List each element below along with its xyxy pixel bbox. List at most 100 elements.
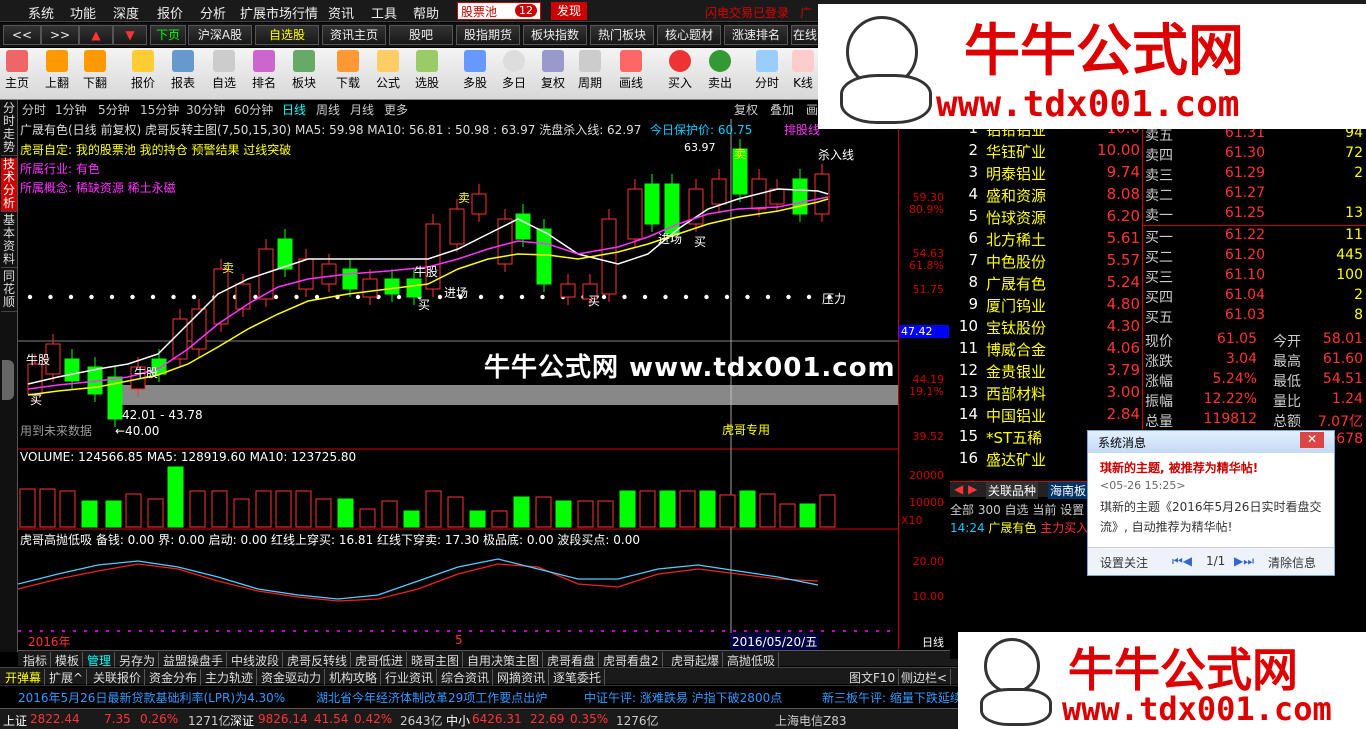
tb-rank[interactable]: 排名 bbox=[247, 50, 281, 91]
rank-row[interactable]: 7 中色股份 5.57 bbox=[950, 251, 1142, 273]
nav-hot-sector[interactable]: 热门板块 bbox=[590, 25, 654, 45]
period-more[interactable]: 更多 bbox=[384, 101, 408, 118]
period-intraday[interactable]: 分时 bbox=[22, 101, 46, 118]
rel-tab-left[interactable]: ◀ bbox=[954, 482, 963, 496]
tab-sidebar[interactable]: 侧边栏< bbox=[898, 669, 952, 686]
rank-row[interactable]: 10 宝钛股份 4.30 bbox=[950, 317, 1142, 339]
ad-banner-top[interactable]: 牛牛公式网 www.tdx001.com bbox=[818, 4, 1366, 129]
nav-down[interactable]: ▼ bbox=[113, 25, 147, 45]
tab-web-news[interactable]: 网摘资讯 bbox=[494, 669, 550, 686]
rel-tab-1[interactable]: 关联品种 bbox=[986, 482, 1039, 499]
tb-formula[interactable]: 公式 bbox=[371, 50, 405, 91]
tb-page-up[interactable]: 上翻 bbox=[40, 50, 74, 91]
period-60m[interactable]: 60分钟 bbox=[234, 101, 273, 118]
rel-filter[interactable]: 全部 300 自选 当前 设置 bbox=[950, 501, 1084, 518]
nav-sector-index[interactable]: 板块指数 bbox=[523, 25, 587, 45]
tab-industry-news[interactable]: 行业资讯 bbox=[382, 669, 438, 686]
tb-watch[interactable]: 自选 bbox=[207, 50, 241, 91]
tb-quote[interactable]: 报价 bbox=[126, 50, 160, 91]
restore-right-button[interactable]: 复权 bbox=[734, 101, 758, 118]
tab-danmu[interactable]: 开弹幕 bbox=[2, 669, 46, 686]
period-weekly[interactable]: 周线 bbox=[316, 101, 340, 118]
menu-system[interactable]: 系统 bbox=[28, 3, 54, 22]
stock-pool-button[interactable]: 股票池 12 bbox=[457, 2, 541, 20]
rel-tab-2[interactable]: 海南板 bbox=[1048, 482, 1089, 499]
nav-prev[interactable]: << bbox=[3, 25, 41, 45]
ask-row[interactable]: 卖三 61.29 2 bbox=[1143, 165, 1366, 185]
nav-guba[interactable]: 股吧 bbox=[389, 25, 453, 45]
rank-row[interactable]: 11 博威合金 4.06 bbox=[950, 339, 1142, 361]
sz-label[interactable]: 深证 bbox=[230, 712, 254, 729]
rank-row[interactable]: 6 北方稀土 5.61 bbox=[950, 229, 1142, 251]
nav-next[interactable]: >> bbox=[41, 25, 79, 45]
tb-draw[interactable]: 画线 bbox=[614, 50, 648, 91]
ticker-item-2[interactable]: 湖北省今年经济体制改革29项工作要点出炉 bbox=[316, 689, 547, 706]
ticker-item-3[interactable]: 中证午评: 涨难跌易 沪指下破2800点 bbox=[584, 689, 782, 706]
tb-sell[interactable]: 卖出 bbox=[703, 50, 737, 91]
popup-last-icon[interactable]: ▶⏭ bbox=[1234, 554, 1254, 569]
period-monthly[interactable]: 月线 bbox=[350, 101, 374, 118]
zx-label[interactable]: 中小 bbox=[446, 712, 470, 729]
nav-watchlist[interactable]: 自选股 bbox=[255, 25, 319, 45]
tb-sector[interactable]: 板块 bbox=[287, 50, 321, 91]
nav-core-theme[interactable]: 核心题材 bbox=[657, 25, 721, 45]
tab-technical[interactable]: 技术分析 bbox=[1, 158, 17, 212]
menu-help[interactable]: 帮助 bbox=[413, 3, 439, 22]
period-daily[interactable]: 日线 bbox=[282, 101, 306, 118]
tb-multi-stock[interactable]: 多股 bbox=[458, 50, 492, 91]
tb-kline[interactable]: K线 bbox=[786, 50, 820, 91]
popup-clear-button[interactable]: 清除信息 bbox=[1268, 554, 1316, 571]
tb-intraday[interactable]: 分时 bbox=[750, 50, 784, 91]
bid-row[interactable]: 买一 61.22 11 bbox=[1143, 227, 1366, 247]
kline-chart[interactable]: 广晟有色(日线 前复权) 虎哥反转主图(7,50,15,30) MA5: 59.… bbox=[18, 119, 898, 650]
tab-institution[interactable]: 机构攻略 bbox=[326, 669, 382, 686]
popup-close-button[interactable]: ✕ bbox=[1300, 432, 1324, 448]
nav-hs-a[interactable]: 沪深A股 bbox=[188, 25, 252, 45]
rank-row[interactable]: 8 广晟有色 5.24 bbox=[950, 273, 1142, 295]
popup-first-icon[interactable]: ⏮◀ bbox=[1172, 554, 1192, 569]
nav-next-page[interactable]: 下页 bbox=[150, 25, 186, 45]
menu-depth[interactable]: 深度 bbox=[113, 3, 139, 22]
tab-f10[interactable]: 图文F10 bbox=[846, 669, 900, 686]
period-5m[interactable]: 5分钟 bbox=[98, 101, 130, 118]
ask-row[interactable]: 卖四 61.30 72 bbox=[1143, 145, 1366, 165]
nav-news-home[interactable]: 资讯主页 bbox=[322, 25, 386, 45]
ad-banner-bottom[interactable]: 牛牛公式网 www.tdx001.com bbox=[958, 632, 1366, 729]
rank-row[interactable]: 4 盛和资源 8.08 bbox=[950, 185, 1142, 207]
custom-info[interactable]: 虎哥自定: 我的股票池 我的持仓 预警结果 过线突破 bbox=[20, 141, 291, 158]
ticker-item-4[interactable]: 新三板午评: 缩量下跌延续 bbox=[822, 689, 962, 706]
tb-page-down[interactable]: 下翻 bbox=[78, 50, 112, 91]
period-15m[interactable]: 15分钟 bbox=[140, 101, 179, 118]
tab-fund-dist[interactable]: 资金分布 bbox=[146, 669, 202, 686]
tab-general-news[interactable]: 综合资讯 bbox=[438, 669, 494, 686]
menu-quote[interactable]: 报价 bbox=[157, 3, 183, 22]
rel-row[interactable]: 14:24 广晟有色 主力买入 bbox=[950, 519, 1088, 536]
tab-fund-drive[interactable]: 资金驱动力 bbox=[258, 669, 326, 686]
rank-row[interactable]: 9 厦门钨业 4.80 bbox=[950, 295, 1142, 317]
rank-row[interactable]: 2 华钰矿业 10.00 bbox=[950, 141, 1142, 163]
tb-buy[interactable]: 买入 bbox=[663, 50, 697, 91]
menu-analysis[interactable]: 分析 bbox=[200, 3, 226, 22]
tab-related-quote[interactable]: 关联报价 bbox=[90, 669, 146, 686]
tb-report[interactable]: 报表 bbox=[166, 50, 200, 91]
rank-row[interactable]: 12 金贵银业 3.79 bbox=[950, 361, 1142, 383]
period-30m[interactable]: 30分钟 bbox=[186, 101, 225, 118]
tb-select[interactable]: 选股 bbox=[410, 50, 444, 91]
period-1m[interactable]: 1分钟 bbox=[55, 101, 87, 118]
tab-ths[interactable]: 同花顺 bbox=[1, 270, 17, 312]
overlay-button[interactable]: 叠加 bbox=[770, 101, 794, 118]
bid-row[interactable]: 买三 61.10 100 bbox=[1143, 267, 1366, 287]
tb-period[interactable]: 周期 bbox=[573, 50, 607, 91]
tab-intraday[interactable]: 分时走势 bbox=[1, 102, 17, 156]
tab-fundamentals[interactable]: 基本资料 bbox=[1, 214, 17, 268]
bid-row[interactable]: 买四 61.04 2 bbox=[1143, 287, 1366, 307]
tb-multi-day[interactable]: 多日 bbox=[497, 50, 531, 91]
tb-home[interactable]: 主页 bbox=[0, 50, 34, 91]
tb-download[interactable]: 下载 bbox=[331, 50, 365, 91]
tab-main-track[interactable]: 主力轨迹 bbox=[202, 669, 258, 686]
rank-row[interactable]: 13 西部材料 3.00 bbox=[950, 383, 1142, 405]
tab-order-detail[interactable]: 逐笔委托 bbox=[550, 669, 606, 686]
rank-row[interactable]: 3 明泰铝业 9.74 bbox=[950, 163, 1142, 185]
ask-row[interactable]: 卖二 61.27 bbox=[1143, 185, 1366, 205]
sh-label[interactable]: 上证 bbox=[3, 712, 27, 729]
